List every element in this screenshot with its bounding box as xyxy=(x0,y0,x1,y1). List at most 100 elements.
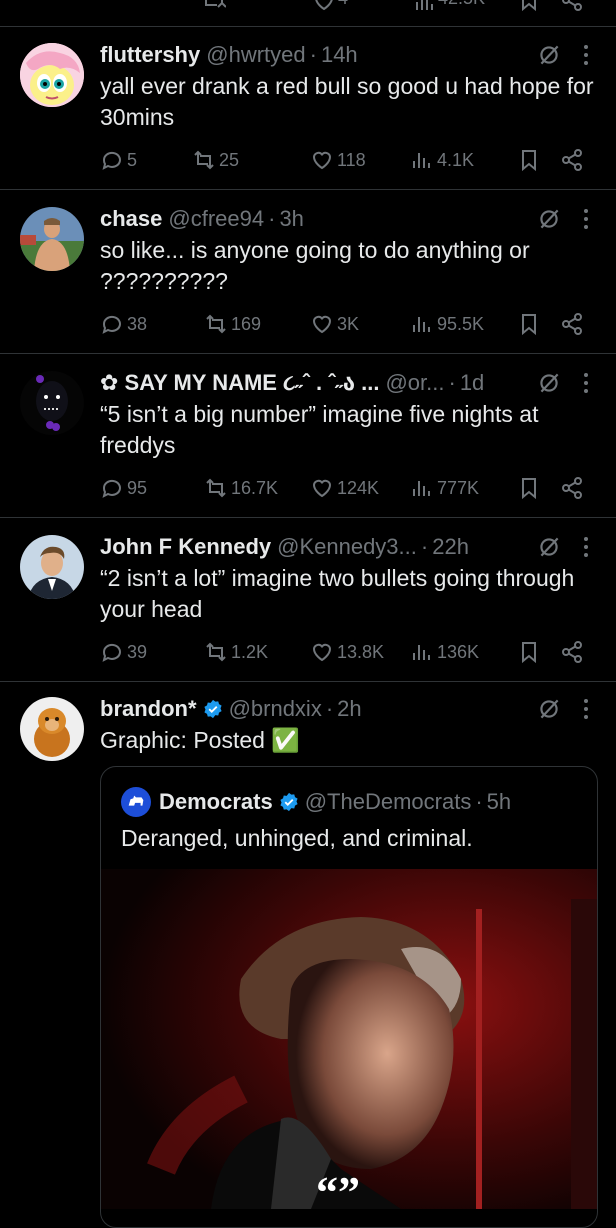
tweet-header: John F Kennedy @Kennedy3... · 22h xyxy=(100,531,596,563)
avatar[interactable] xyxy=(20,371,84,435)
display-name[interactable]: John F Kennedy xyxy=(100,534,271,560)
repost-button[interactable]: 1.2K xyxy=(204,637,268,667)
grok-icon[interactable] xyxy=(536,696,562,722)
like-button[interactable]: 124K xyxy=(310,473,379,503)
like-count: 124K xyxy=(337,477,380,498)
grok-icon[interactable] xyxy=(536,42,562,68)
grok-icon[interactable] xyxy=(536,534,562,560)
more-options-icon[interactable] xyxy=(576,369,596,397)
display-name[interactable]: fluttershy xyxy=(100,42,200,68)
share-icon[interactable] xyxy=(560,0,584,12)
share-icon xyxy=(562,477,582,499)
timestamp[interactable]: 22h xyxy=(432,534,469,560)
avatar[interactable] xyxy=(20,697,84,761)
reply-button[interactable]: 95 xyxy=(100,473,147,503)
grok-icon[interactable] xyxy=(536,370,562,396)
views-count: 42.5K xyxy=(438,0,485,9)
bookmark-icon[interactable] xyxy=(517,0,541,12)
repost-icon xyxy=(194,150,214,170)
views-icon[interactable] xyxy=(412,0,436,14)
handle[interactable]: @or... xyxy=(385,370,444,396)
timestamp[interactable]: 14h xyxy=(321,42,358,68)
tweet-chase[interactable]: chase @cfree94 · 3h so like... is anyone… xyxy=(0,190,616,354)
repost-count: 25 xyxy=(219,149,240,170)
bookmark-button[interactable] xyxy=(517,309,543,339)
heart-icon xyxy=(312,643,332,662)
repost-button[interactable]: 25 xyxy=(192,145,239,175)
bookmark-button[interactable] xyxy=(517,145,543,175)
share-icon xyxy=(562,641,582,663)
views-button[interactable]: 95.5K xyxy=(410,309,484,339)
views-icon xyxy=(413,317,430,332)
like-count: 118 xyxy=(337,149,366,170)
bookmark-button[interactable] xyxy=(517,637,543,667)
views-button[interactable]: 136K xyxy=(410,637,479,667)
like-button[interactable]: 3K xyxy=(310,309,359,339)
views-button[interactable]: 777K xyxy=(410,473,479,503)
repost-button[interactable]: 16.7K xyxy=(204,473,278,503)
timestamp[interactable]: 3h xyxy=(279,206,303,232)
tweet-brandon[interactable]: brandon* @brndxix · 2h Graphic: Posted ✅… xyxy=(0,682,616,1228)
tweet-john-f-kennedy[interactable]: John F Kennedy @Kennedy3... · 22h “2 isn… xyxy=(0,518,616,682)
more-options-icon[interactable] xyxy=(576,205,596,233)
quoted-tweet[interactable]: Democrats @TheDemocrats · 5h Deranged, u… xyxy=(100,766,598,1228)
more-options-icon[interactable] xyxy=(576,533,596,561)
views-icon xyxy=(413,645,430,660)
like-button[interactable]: 118 xyxy=(310,145,366,175)
display-name[interactable]: chase xyxy=(100,206,162,232)
tweet-text: “2 isn’t a lot” imagine two bullets goin… xyxy=(100,565,575,622)
handle[interactable]: @cfree94 xyxy=(168,206,264,232)
avatar[interactable] xyxy=(20,535,84,599)
display-name[interactable]: brandon* xyxy=(100,696,197,722)
handle[interactable]: @Kennedy3... xyxy=(277,534,417,560)
quote-media-image[interactable]: “” xyxy=(101,869,597,1209)
bookmark-button[interactable] xyxy=(517,473,543,503)
heart-icon[interactable] xyxy=(312,0,336,12)
bookmark-icon xyxy=(522,478,536,500)
handle[interactable]: @hwrtyed xyxy=(206,42,305,68)
repost-count: 1.2K xyxy=(231,641,269,662)
handle[interactable]: @brndxix xyxy=(229,696,322,722)
quote-handle[interactable]: @TheDemocrats xyxy=(305,789,472,815)
action-bar: 5 25 118 4.1K xyxy=(100,145,596,175)
verified-badge-icon xyxy=(203,699,222,719)
avatar[interactable] xyxy=(20,43,84,107)
share-button[interactable] xyxy=(560,473,586,503)
reply-button[interactable]: 5 xyxy=(100,145,137,175)
tweet-fluttershy[interactable]: fluttershy @hwrtyed · 14h yall ever dran… xyxy=(0,26,616,190)
portrait-photo: “” xyxy=(101,869,597,1209)
quote-mark-icon: “” xyxy=(316,1168,360,1209)
avatar[interactable] xyxy=(20,207,84,271)
views-button[interactable]: 4.1K xyxy=(410,145,474,175)
share-button[interactable] xyxy=(560,637,586,667)
tweet-header: ✿ SAY MY NAME ૮˶ˆ . ˆ˶ა ... @or... · 1d xyxy=(100,367,596,399)
tweet-text: yall ever drank a red bull so good u had… xyxy=(100,73,594,130)
views-count: 95.5K xyxy=(437,313,485,334)
share-button[interactable] xyxy=(560,145,586,175)
timestamp[interactable]: 1d xyxy=(460,370,484,396)
reply-button[interactable]: 39 xyxy=(100,637,147,667)
quote-timestamp[interactable]: 5h xyxy=(487,789,511,815)
display-name[interactable]: ✿ SAY MY NAME ૮˶ˆ . ˆ˶ა ... xyxy=(100,370,379,396)
separator-dot: · xyxy=(325,696,334,721)
heart-icon xyxy=(312,151,332,170)
bookmark-icon xyxy=(522,314,536,336)
views-icon xyxy=(413,153,430,168)
more-options-icon[interactable] xyxy=(576,695,596,723)
chase-avatar-icon xyxy=(20,207,84,271)
more-options-icon[interactable] xyxy=(576,41,596,69)
reply-button[interactable]: 38 xyxy=(100,309,147,339)
repost-count: 169 xyxy=(231,313,262,334)
separator-dot: · xyxy=(475,789,483,814)
like-button[interactable]: 13.8K xyxy=(310,637,384,667)
repost-button[interactable]: 169 xyxy=(204,309,261,339)
grok-icon[interactable] xyxy=(536,206,562,232)
tweet-say-my-name[interactable]: ✿ SAY MY NAME ૮˶ˆ . ˆ˶ა ... @or... · 1d … xyxy=(0,354,616,518)
quote-display-name[interactable]: Democrats xyxy=(159,789,273,815)
views-icon xyxy=(413,481,430,496)
share-button[interactable] xyxy=(560,309,586,339)
views-count: 777K xyxy=(437,477,480,498)
repost-icon[interactable] xyxy=(202,0,226,12)
timestamp[interactable]: 2h xyxy=(337,696,361,722)
reply-icon xyxy=(102,643,121,662)
